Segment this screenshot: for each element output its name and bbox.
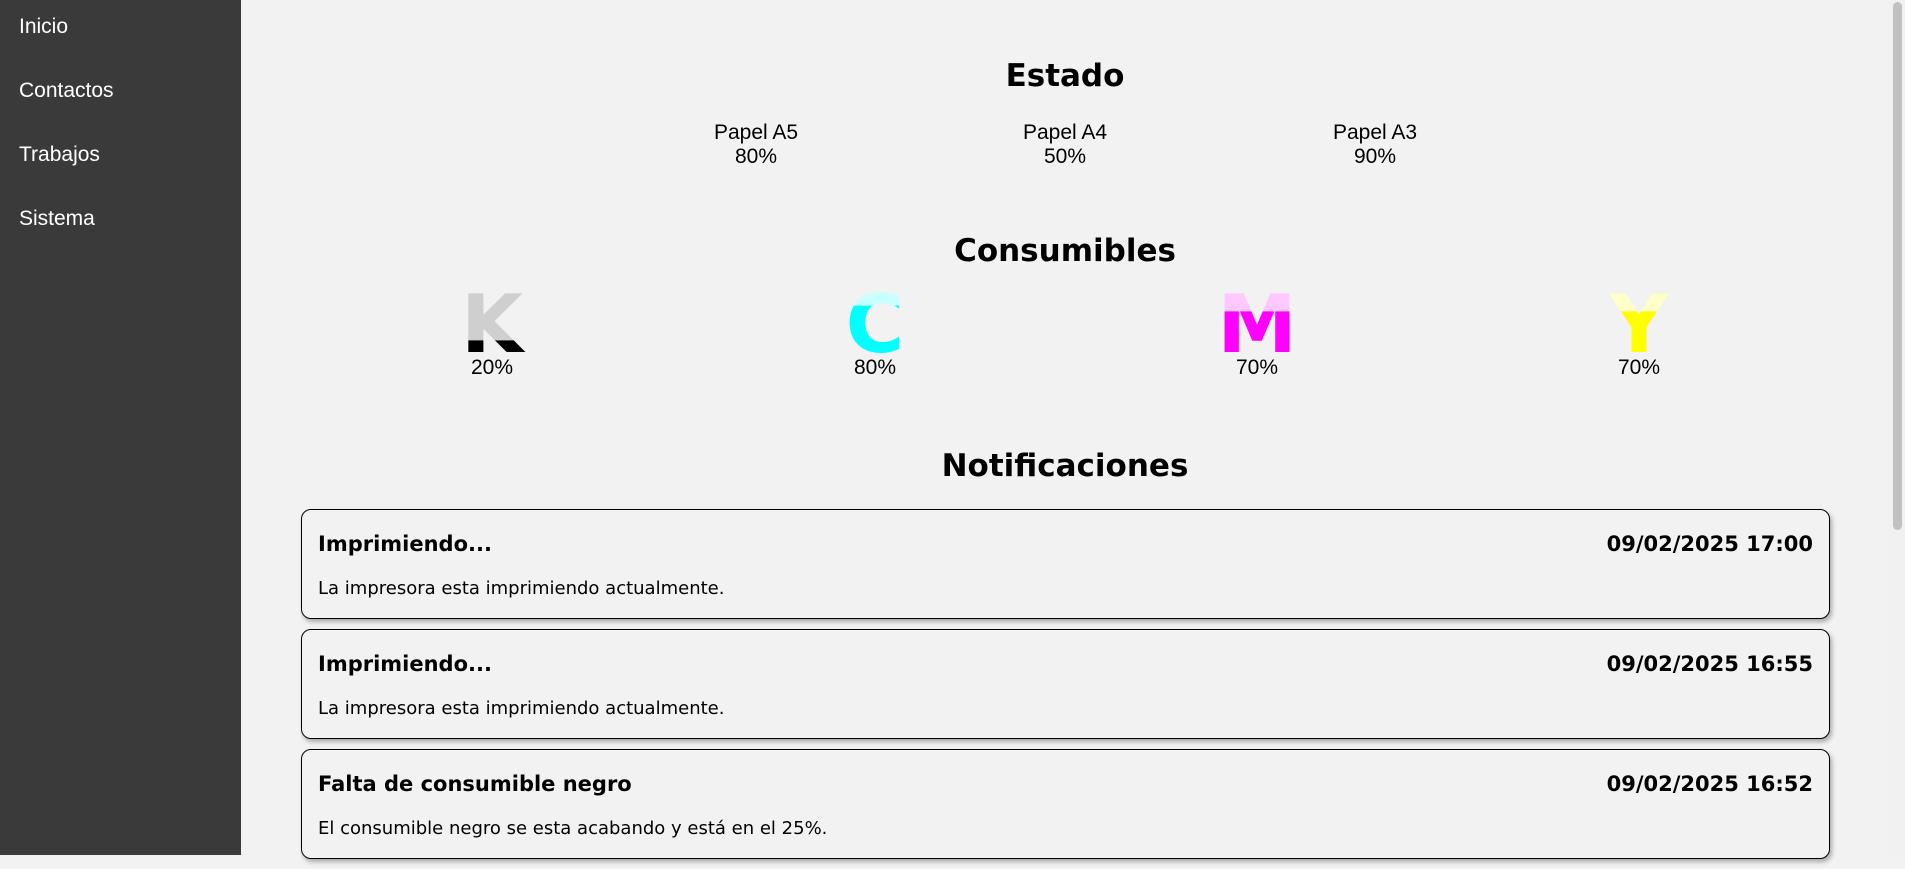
notification-card[interactable]: Imprimiendo... 09/02/2025 16:55 La impre… [301,629,1830,739]
ink-level-y-icon: YY [1609,292,1669,354]
paper-value: 90% [1353,145,1397,168]
notification-body: La impresora esta imprimiendo actualment… [318,698,725,719]
notification-title: Imprimiendo... [318,652,492,676]
consumable-c: CC 80% [815,292,935,380]
paper-a3: Papel A3 90% [1275,121,1475,169]
consumable-value: 70% [1617,356,1661,379]
consumables-row: KK 20% CC 80% MM 70% YY 70% [241,292,1889,392]
ink-level-m-icon: MM [1222,292,1292,354]
ink-level-k-icon: KK [461,292,526,354]
notification-date: 09/02/2025 16:55 [1606,652,1813,676]
consumable-m: MM 70% [1197,292,1317,380]
notification-title: Imprimiendo... [318,532,492,556]
consumable-value: 70% [1235,356,1279,379]
paper-label: Papel A4 [1022,121,1108,144]
sidebar-item-trabajos[interactable]: Trabajos [0,128,241,192]
ink-level-c-icon: CC [846,292,905,354]
sidebar: Inicio Contactos Trabajos Sistema [0,0,241,855]
paper-a5: Papel A5 80% [656,121,856,169]
paper-label: Papel A3 [1332,121,1418,144]
notification-card[interactable]: Falta de consumible negro 09/02/2025 16:… [301,749,1830,859]
paper-value: 50% [1043,145,1087,168]
notification-list: Imprimiendo... 09/02/2025 17:00 La impre… [301,509,1830,869]
main-content: Estado Papel A5 80% Papel A4 50% Papel A… [241,0,1889,859]
paper-value: 80% [734,145,778,168]
notification-title: Falta de consumible negro [318,772,632,796]
consumable-value: 20% [470,356,514,379]
paper-a4: Papel A4 50% [965,121,1165,169]
sidebar-item-contactos[interactable]: Contactos [0,64,241,128]
consumable-value: 80% [853,356,897,379]
notification-body: El consumible negro se esta acabando y e… [318,818,828,839]
sidebar-item-sistema[interactable]: Sistema [0,192,241,256]
consumable-k: KK 20% [432,292,552,380]
consumibles-title: Consumibles [954,233,1176,269]
consumable-y: YY 70% [1579,292,1699,380]
notification-card[interactable]: Imprimiendo... 09/02/2025 17:00 La impre… [301,509,1830,619]
notification-body: La impresora esta imprimiendo actualment… [318,578,725,599]
notificaciones-title: Notificaciones [941,448,1189,484]
scrollbar-thumb[interactable] [1893,2,1902,530]
scrollbar[interactable] [1889,0,1905,855]
paper-status-row: Papel A5 80% Papel A4 50% Papel A3 90% [241,121,1889,171]
estado-title: Estado [1005,58,1125,94]
notification-date: 09/02/2025 16:52 [1606,772,1813,796]
notification-date: 09/02/2025 17:00 [1606,532,1813,556]
paper-label: Papel A5 [713,121,799,144]
sidebar-item-inicio[interactable]: Inicio [0,0,241,64]
